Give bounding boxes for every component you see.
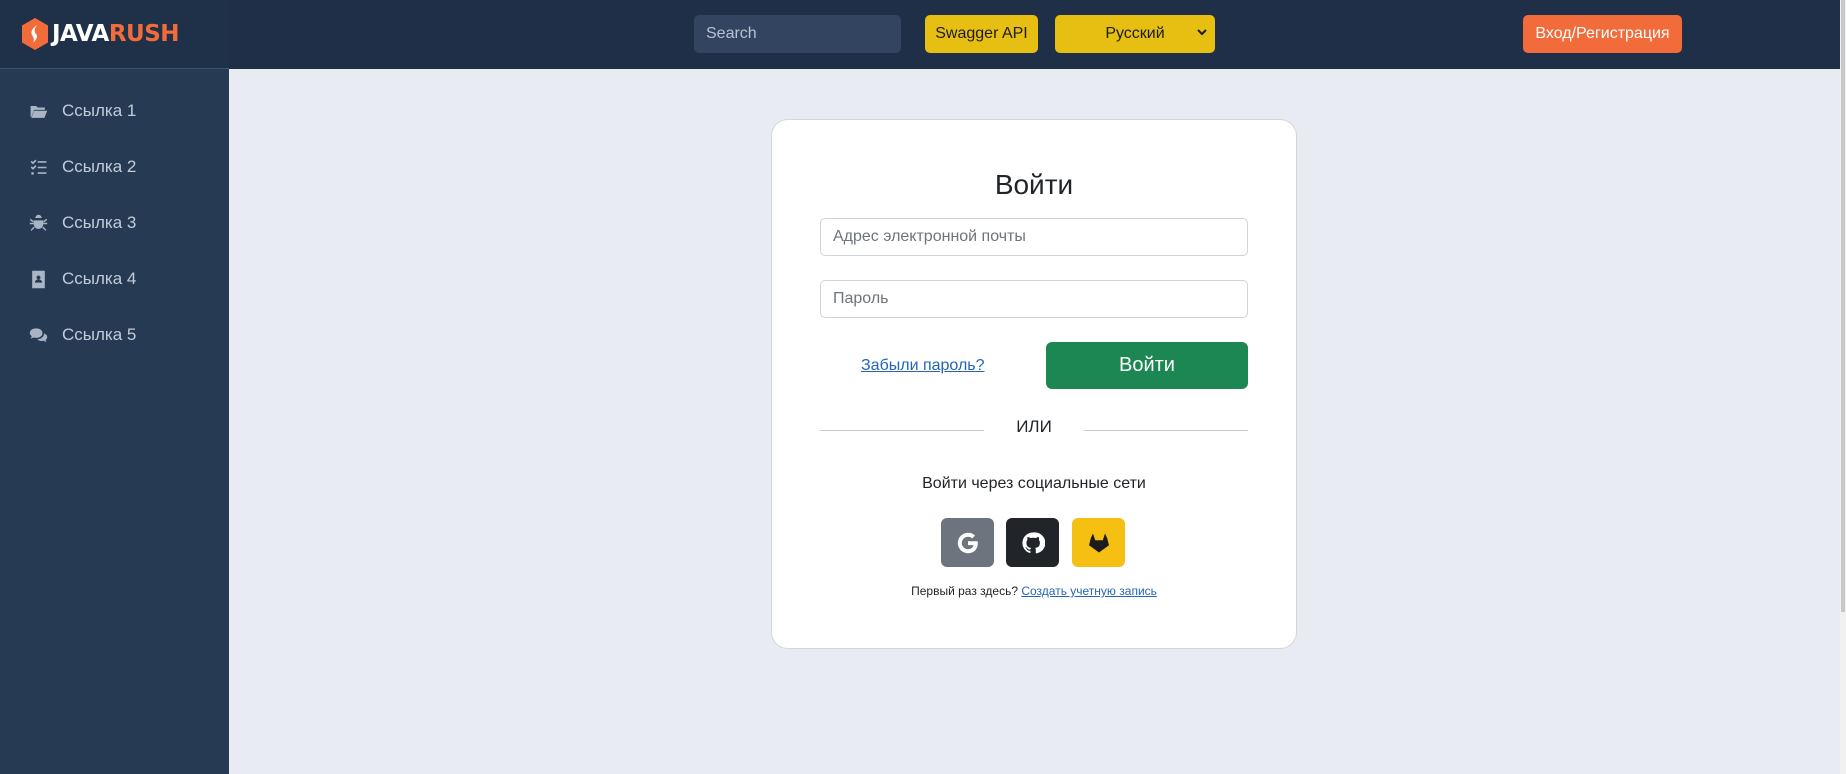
google-login-button[interactable] — [941, 518, 994, 567]
sidebar: JAVARUSH Ссылка 1 Ссылка 2 Ссылка 3 Ссыл… — [0, 0, 229, 774]
swagger-api-button[interactable]: Swagger API — [925, 15, 1038, 53]
divider-line — [1084, 430, 1248, 431]
bug-icon — [29, 214, 48, 231]
login-card: Войти Забыли пароль? Войти ИЛИ Войти чер… — [771, 119, 1297, 649]
sidebar-item-label: Ссылка 3 — [62, 213, 137, 232]
sidebar-item-label: Ссылка 2 — [62, 157, 137, 176]
sidebar-item-link-5[interactable]: Ссылка 5 — [0, 307, 229, 363]
sidebar-item-label: Ссылка 4 — [62, 269, 137, 288]
gitlab-icon — [1088, 533, 1109, 552]
javarush-logo-icon — [20, 17, 50, 51]
language-selected-value: Русский — [1105, 25, 1165, 42]
google-icon — [957, 532, 978, 553]
comments-icon — [29, 327, 48, 342]
sidebar-item-link-1[interactable]: Ссылка 1 — [0, 83, 229, 139]
logo[interactable]: JAVARUSH — [0, 0, 229, 69]
email-field[interactable] — [820, 218, 1248, 256]
login-title: Войти — [994, 169, 1074, 200]
top-header: Swagger API Русский Вход/Регистрация — [229, 0, 1840, 69]
language-select[interactable]: Русский — [1055, 15, 1215, 53]
create-account-link[interactable]: Создать учетную запись — [1021, 584, 1157, 598]
search-input[interactable] — [694, 15, 901, 53]
sidebar-item-link-3[interactable]: Ссылка 3 — [0, 195, 229, 251]
page-scrollbar[interactable] — [1840, 0, 1846, 774]
sidebar-item-link-2[interactable]: Ссылка 2 — [0, 139, 229, 195]
sidebar-item-label: Ссылка 5 — [62, 325, 137, 344]
list-check-icon — [30, 159, 47, 175]
first-time-text: Первый раз здесь? — [911, 584, 1018, 598]
github-login-button[interactable] — [1006, 518, 1059, 567]
divider-or: ИЛИ — [1016, 417, 1052, 436]
logo-text: JAVARUSH — [52, 21, 180, 47]
gitlab-login-button[interactable] — [1072, 518, 1125, 567]
scrollbar-thumb[interactable] — [1841, 0, 1845, 612]
github-icon — [1021, 531, 1045, 553]
contact-book-icon — [32, 270, 45, 288]
login-submit-button[interactable]: Войти — [1046, 342, 1248, 389]
sidebar-item-label: Ссылка 1 — [62, 101, 137, 120]
signup-prompt: Первый раз здесь? Создать учетную запись — [772, 584, 1296, 598]
social-login-label: Войти через социальные сети — [922, 475, 1146, 492]
chevron-down-icon — [1197, 29, 1207, 36]
forgot-password-link[interactable]: Забыли пароль? — [861, 357, 985, 375]
login-register-button[interactable]: Вход/Регистрация — [1523, 15, 1682, 53]
password-field[interactable] — [820, 280, 1248, 318]
sidebar-item-link-4[interactable]: Ссылка 4 — [0, 251, 229, 307]
folder-open-icon — [30, 105, 48, 118]
sidebar-nav: Ссылка 1 Ссылка 2 Ссылка 3 Ссылка 4 Ссыл… — [0, 69, 229, 363]
